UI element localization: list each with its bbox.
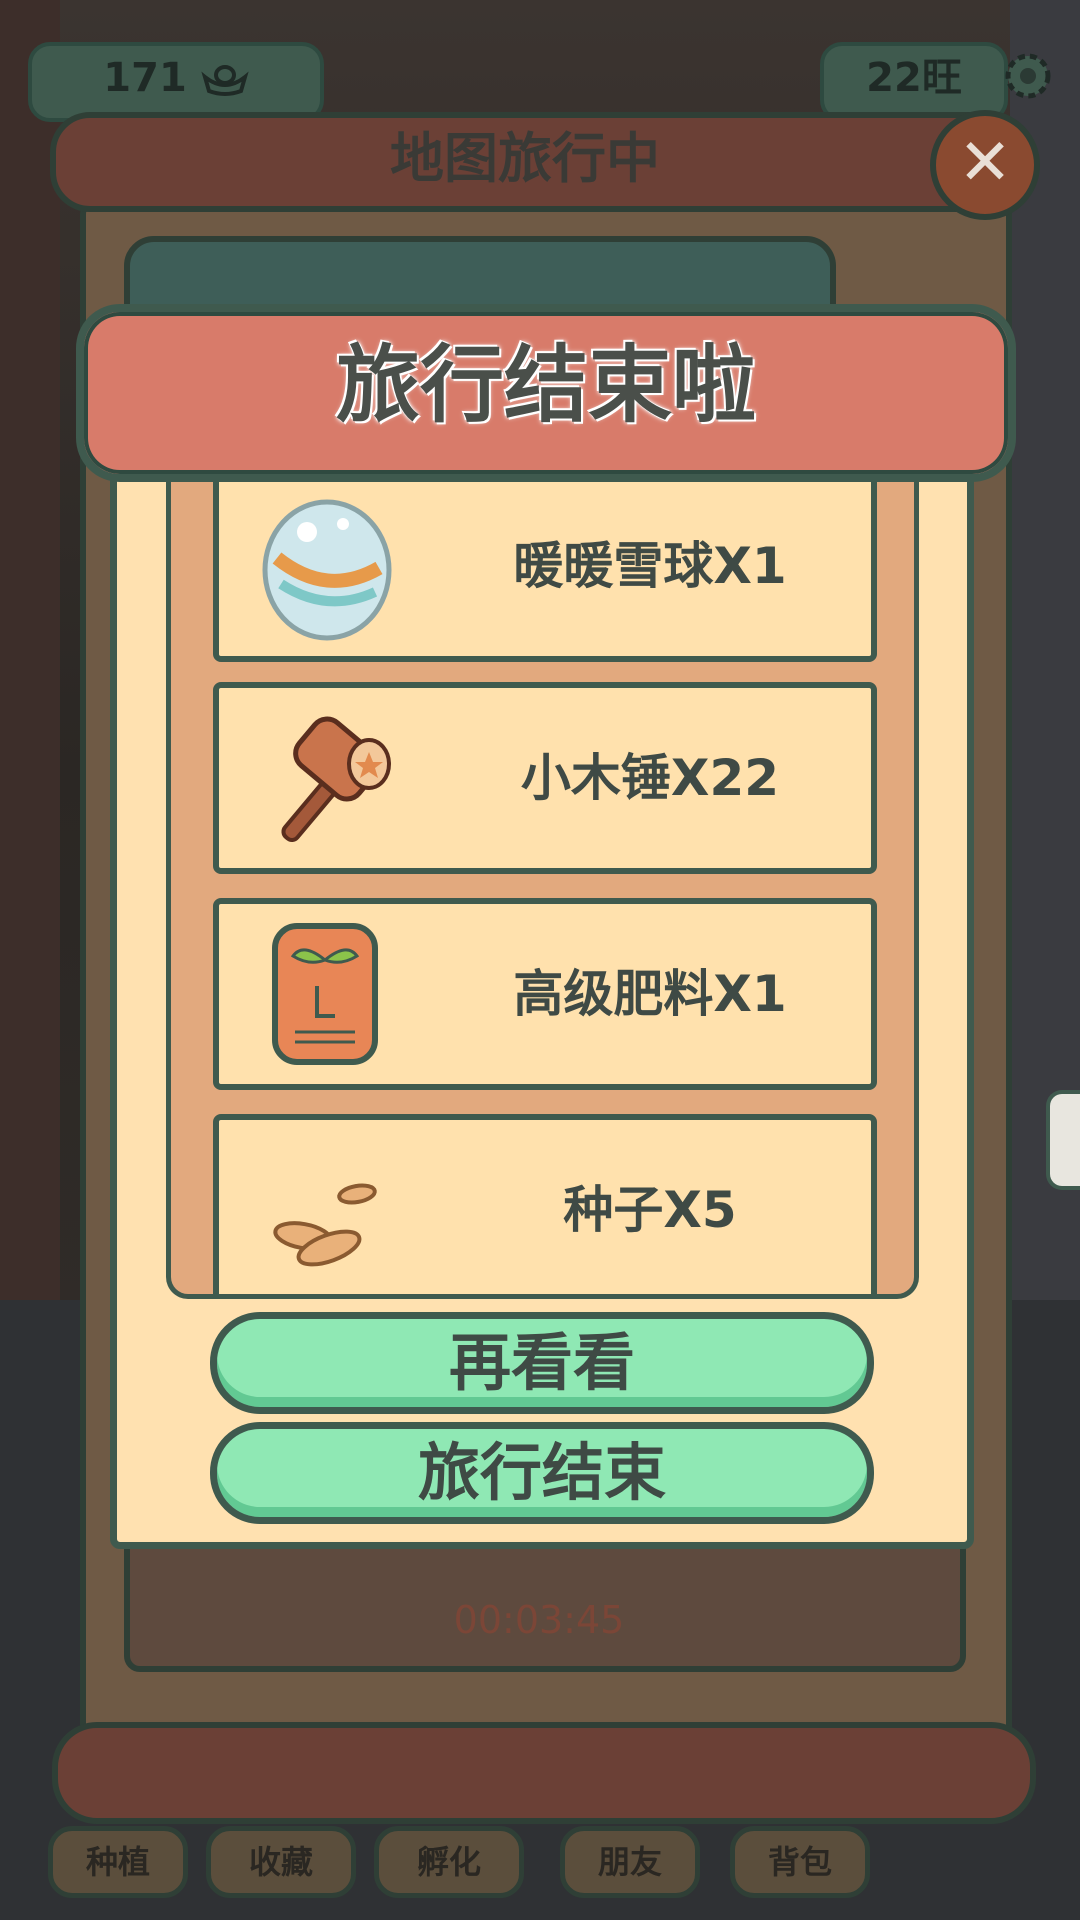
- travel-title: 地图旅行中: [390, 127, 660, 190]
- side-drawer-tab[interactable]: [1046, 1090, 1080, 1190]
- coin-counter: 171: [28, 42, 324, 122]
- wooden-hammer-icon: [281, 716, 391, 842]
- fertilizer-bag-icon: [272, 923, 378, 1065]
- reward-label: 高级肥料X1: [513, 965, 787, 1023]
- reward-item: 暖暖雪球X1: [213, 470, 877, 662]
- reward-item: 种子X5: [213, 1114, 877, 1294]
- ingot-icon: [201, 65, 249, 96]
- nav-collection[interactable]: 收藏: [206, 1826, 356, 1898]
- travel-bottom-bar: [52, 1722, 1036, 1824]
- nav-hatch[interactable]: 孵化: [374, 1826, 524, 1898]
- gear-icon: [1005, 53, 1051, 99]
- reward-item: 高级肥料X1: [213, 898, 877, 1090]
- nav-plant[interactable]: 种植: [48, 1826, 188, 1898]
- reward-item: 小木锤X22: [213, 682, 877, 874]
- close-icon: ✕: [958, 126, 1012, 200]
- wang-count: 22旺: [866, 55, 962, 101]
- look-again-button[interactable]: 再看看: [210, 1312, 874, 1414]
- seeds-icon: [273, 1183, 377, 1267]
- settings-button[interactable]: [998, 46, 1058, 106]
- coin-count: 171: [103, 55, 187, 101]
- nav-backpack[interactable]: 背包: [730, 1826, 870, 1898]
- reward-list[interactable]: 暖暖雪球X1 小木锤X22 高级肥料X1 种子X5: [166, 470, 919, 1299]
- result-title: 旅行结束啦: [335, 336, 756, 434]
- reward-label: 暖暖雪球X1: [513, 537, 787, 595]
- nav-friends[interactable]: 朋友: [560, 1826, 700, 1898]
- end-travel-button[interactable]: 旅行结束: [210, 1422, 874, 1524]
- close-button[interactable]: ✕: [930, 110, 1040, 220]
- snowball-egg-icon: [262, 499, 392, 641]
- travel-timer: 00:03:45: [453, 1598, 625, 1642]
- reward-label: 小木锤X22: [520, 749, 780, 807]
- reward-label: 种子X5: [563, 1181, 737, 1239]
